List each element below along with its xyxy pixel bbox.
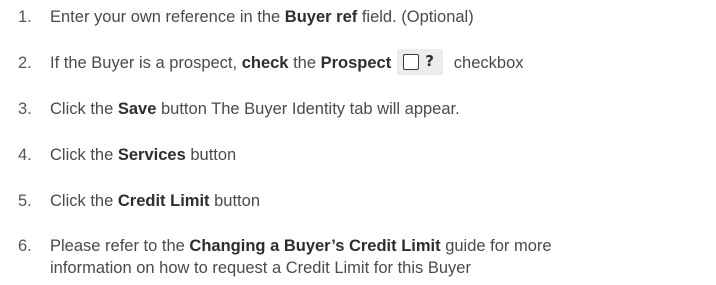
step-text: Click the Save button The Buyer Identity…	[50, 98, 690, 120]
step-number: 3.	[18, 100, 32, 118]
step-text-part: the	[288, 54, 321, 72]
step-text-part: Enter your own reference in the	[50, 8, 285, 26]
button-name-credit-limit: Credit Limit	[117, 192, 210, 210]
step-text: If the Buyer is a prospect, check the Pr…	[50, 48, 690, 75]
step-text-part: field. (Optional)	[357, 8, 474, 26]
button-name-save: Save	[117, 100, 157, 118]
action-check: check	[241, 54, 289, 72]
button-name-services: Services	[117, 146, 186, 164]
step-text-part: Please refer to the	[50, 237, 190, 255]
step-number: 1.	[18, 8, 32, 26]
step-text-part: button	[185, 146, 237, 164]
step-text-part: checkbox	[449, 54, 524, 72]
step-text: Enter your own reference in the Buyer re…	[50, 6, 690, 28]
step-text-line-2: information on how to request a Credit L…	[50, 259, 471, 277]
step-number: 6.	[18, 237, 32, 255]
step-text-part: button	[209, 192, 260, 210]
step-text: Click the Services button	[50, 144, 690, 166]
step-text-part: Click the	[50, 192, 118, 210]
step-number: 4.	[18, 146, 32, 164]
step-text-part: Click the	[50, 146, 118, 164]
step-number: 5.	[18, 192, 32, 210]
prospect-checkbox-illustration: ?	[397, 48, 444, 75]
step-text-part: If the Buyer is a prospect,	[50, 54, 242, 72]
guide-name-changing-credit-limit: Changing a Buyer’s Credit Limit	[189, 237, 441, 255]
field-name-buyer-ref: Buyer ref	[284, 8, 358, 26]
step-text-part: button The Buyer Identity tab will appea…	[156, 100, 460, 118]
checkbox-unchecked-icon	[403, 53, 420, 70]
step-text-part: Click the	[50, 100, 118, 118]
step-number: 2.	[18, 54, 32, 72]
field-name-prospect: Prospect	[320, 54, 392, 72]
step-text-part: guide for more	[440, 237, 552, 255]
instruction-document: 1. Enter your own reference in the Buyer…	[0, 0, 716, 285]
step-text: Click the Credit Limit button	[50, 190, 690, 212]
help-question-icon: ?	[425, 51, 434, 70]
step-text: Please refer to the Changing a Buyer’s C…	[50, 235, 690, 279]
